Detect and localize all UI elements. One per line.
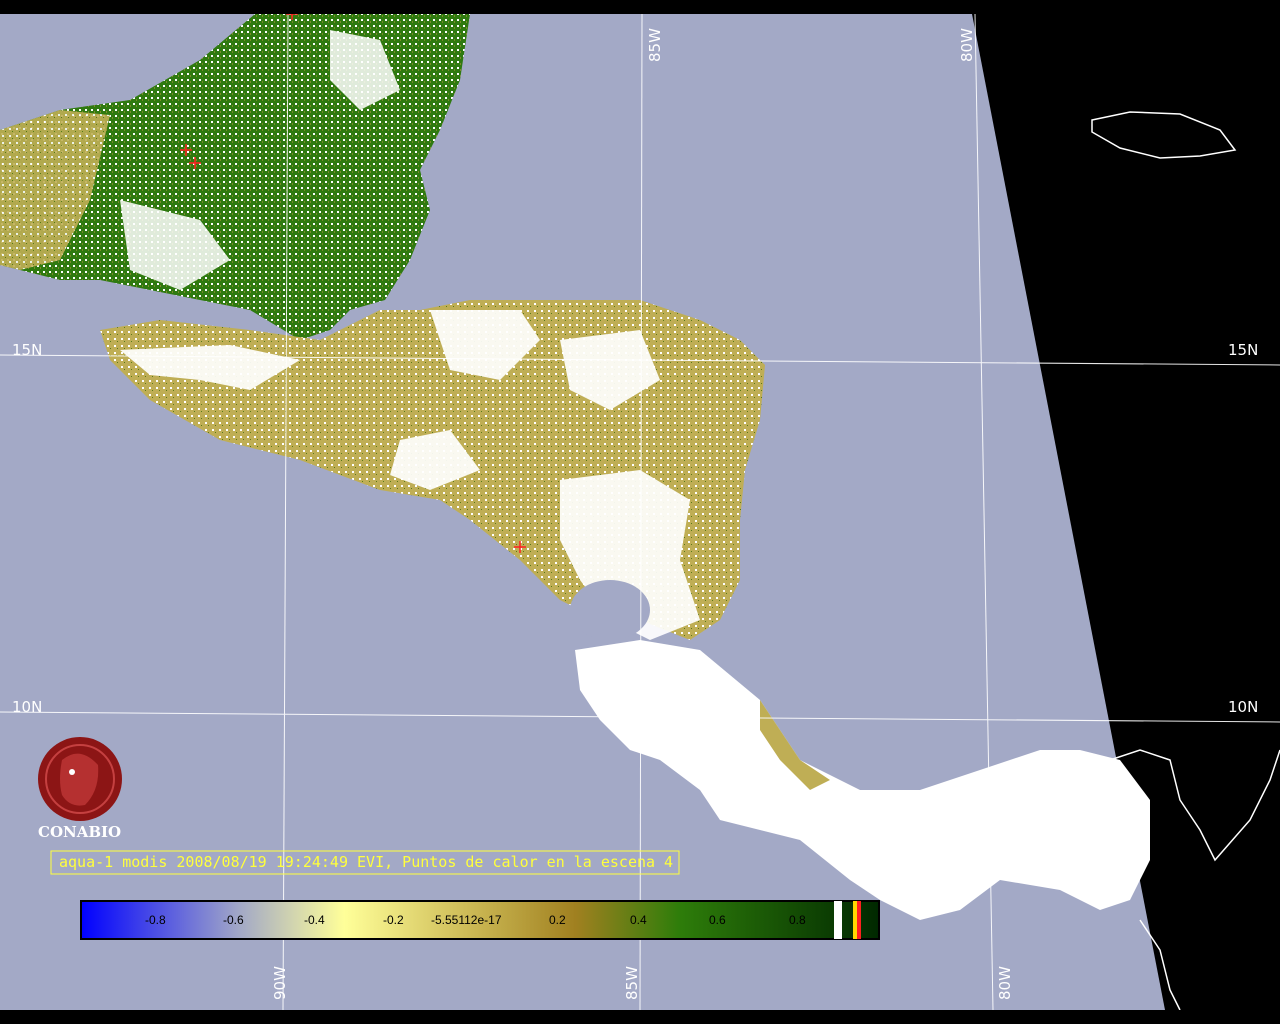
evi-colorbar: -0.8 -0.6 -0.4 -0.2 -5.55112e-17 0.2 0.4… — [80, 900, 880, 940]
colorbar-tick: 0.6 — [709, 913, 726, 927]
colorbar-tick: -0.6 — [223, 913, 244, 927]
colorbar-tick: -0.8 — [145, 913, 166, 927]
lon-label-85w-bottom: 85W — [623, 966, 641, 1000]
satellite-evi-map: 15N 15N 10N 10N 85W 80W 90W 85W 80W CONA… — [0, 0, 1280, 1024]
lon-label-90w-bottom: 90W — [271, 966, 289, 1000]
lat-label-15n-right: 15N — [1228, 341, 1258, 359]
lat-label-10n-right: 10N — [1228, 698, 1258, 716]
colorbar-tick: -0.2 — [383, 913, 404, 927]
lat-label-10n-left: 10N — [12, 698, 42, 716]
lon-label-80w-top: 80W — [958, 28, 976, 62]
colorbar-tick: -0.4 — [304, 913, 325, 927]
lat-label-15n-left: 15N — [12, 341, 42, 359]
lon-label-85w-top: 85W — [646, 28, 664, 62]
colorbar-tick: 0.4 — [630, 913, 647, 927]
colorbar-extra-red — [857, 901, 861, 939]
caption-text: aqua-1 modis 2008/08/19 19:24:49 EVI, Pu… — [59, 853, 673, 871]
colorbar-tick: -5.55112e-17 — [431, 913, 502, 927]
colorbar-tick: 0.8 — [789, 913, 806, 927]
lake-nicaragua — [570, 580, 650, 640]
colorbar-extra-white — [834, 901, 842, 939]
colorbar-extra-yellow — [853, 901, 857, 939]
conabio-logo: CONABIO — [38, 737, 122, 841]
lon-label-80w-bottom: 80W — [996, 966, 1014, 1000]
colorbar-tick: 0.2 — [549, 913, 566, 927]
logo-wordmark: CONABIO — [38, 823, 121, 841]
